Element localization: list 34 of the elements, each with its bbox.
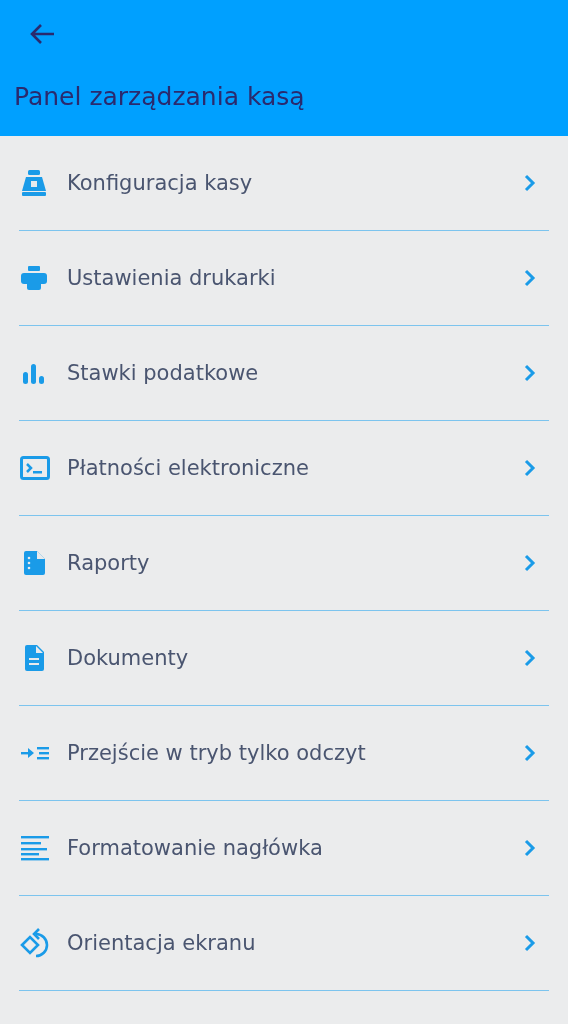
menu-item[interactable]: Raporty bbox=[19, 516, 549, 611]
page-title: Panel zarządzania kasą bbox=[14, 82, 306, 111]
menu-item[interactable]: Orientacja ekranu bbox=[19, 896, 549, 991]
menu-item-label: Orientacja ekranu bbox=[67, 931, 257, 955]
menu-item[interactable]: Płatności elektroniczne bbox=[19, 421, 549, 516]
menu-item-label: Dokumenty bbox=[67, 646, 190, 670]
menu-item[interactable]: Konfiguracja kasy bbox=[19, 136, 549, 231]
menu-item[interactable]: Przejście w tryb tylko odczyt bbox=[19, 706, 549, 801]
menu-item-label: Stawki podatkowe bbox=[67, 361, 260, 385]
chevron-right-icon bbox=[523, 743, 537, 763]
menu-item-label: Płatności elektroniczne bbox=[67, 456, 310, 480]
printer-icon bbox=[19, 263, 49, 293]
cash-register-icon bbox=[19, 168, 49, 198]
chevron-right-icon bbox=[523, 838, 537, 858]
chevron-right-icon bbox=[523, 933, 537, 953]
rotate-icon bbox=[19, 927, 51, 959]
menu-item[interactable]: Stawki podatkowe bbox=[19, 326, 549, 421]
menu-item-label: Formatowanie nagłówka bbox=[67, 836, 324, 860]
chevron-right-icon bbox=[523, 458, 537, 478]
chevron-right-icon bbox=[523, 363, 537, 383]
menu-item-label: Przejście w tryb tylko odczyt bbox=[67, 741, 367, 765]
chevron-right-icon bbox=[523, 648, 537, 668]
terminal-icon bbox=[19, 453, 51, 483]
chevron-right-icon bbox=[523, 268, 537, 288]
menu-item-label: Ustawienia drukarki bbox=[67, 266, 277, 290]
menu-item[interactable]: Dokumenty bbox=[19, 611, 549, 706]
back-arrow-icon bbox=[28, 22, 56, 46]
menu-item[interactable]: Formatowanie nagłówka bbox=[19, 801, 549, 896]
align-left-icon bbox=[19, 833, 49, 863]
menu-item-label: Raporty bbox=[67, 551, 151, 575]
menu-item[interactable]: Ustawienia drukarki bbox=[19, 231, 549, 326]
menu-item-label: Konfiguracja kasy bbox=[67, 171, 254, 195]
chevron-right-icon bbox=[523, 553, 537, 573]
chevron-right-icon bbox=[523, 173, 537, 193]
